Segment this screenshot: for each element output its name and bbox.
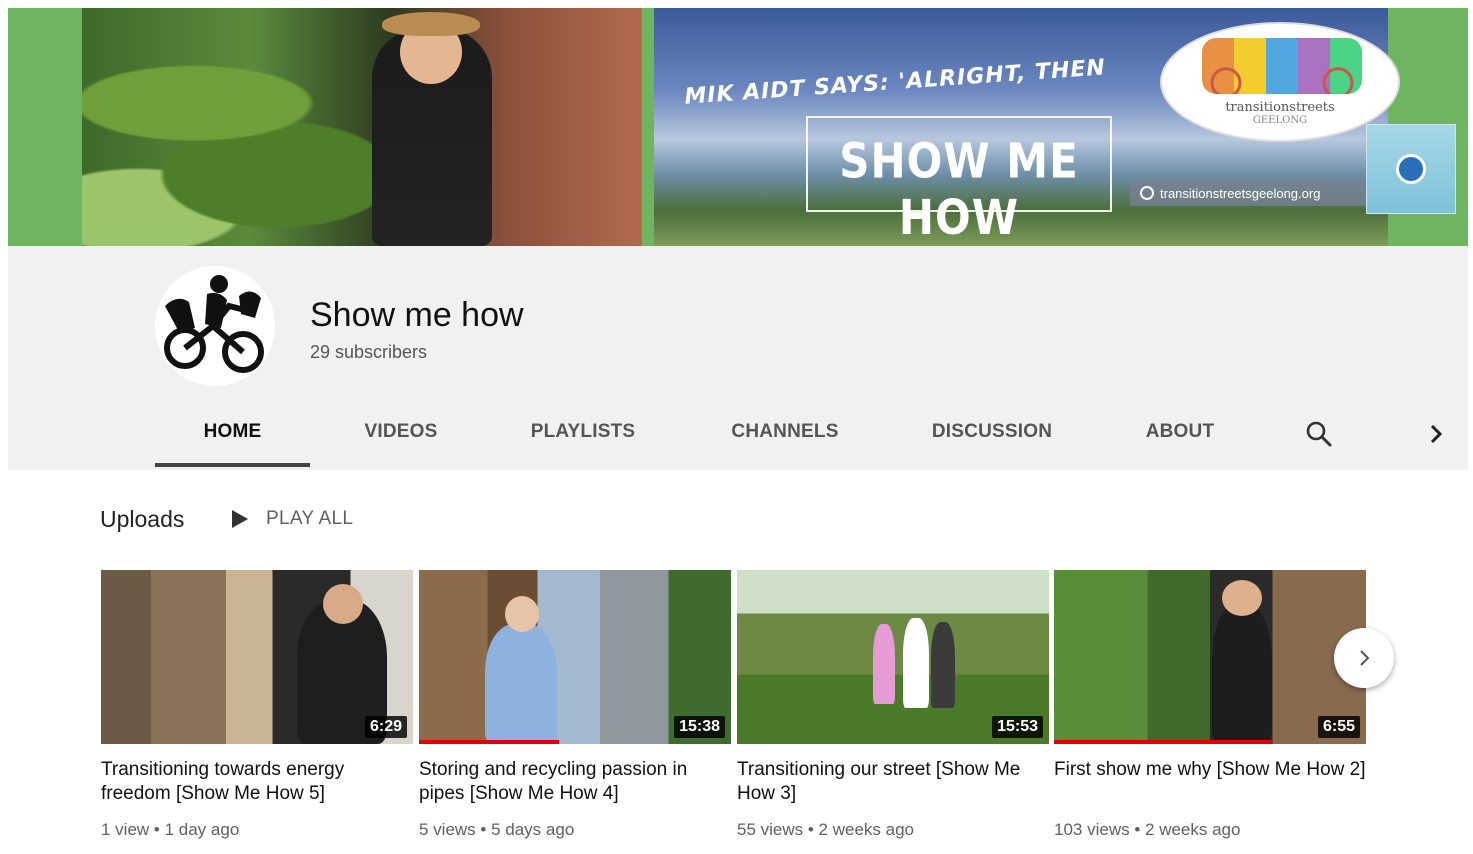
banner-website-link[interactable]: transitionstreetsgeelong.org bbox=[1130, 180, 1380, 206]
transition-streets-logo: transitionstreets GEELONG bbox=[1160, 22, 1400, 142]
video-views: 1 view bbox=[101, 820, 150, 839]
channel-name: Show me how bbox=[310, 296, 524, 334]
video-card[interactable]: 15:38 Storing and recycling passion in p… bbox=[419, 570, 731, 840]
chevron-right-icon[interactable] bbox=[1423, 420, 1449, 448]
active-tab-indicator bbox=[155, 463, 310, 467]
tandem-bike-riders-graphic bbox=[1202, 38, 1362, 94]
video-duration: 15:53 bbox=[992, 716, 1043, 738]
watch-progress-bar bbox=[1054, 740, 1273, 744]
video-meta: 55 views • 2 weeks ago bbox=[737, 820, 914, 839]
video-views: 103 views bbox=[1054, 820, 1130, 839]
logo-text: transitionstreets bbox=[1225, 99, 1335, 115]
video-duration: 6:29 bbox=[364, 716, 407, 738]
video-views: 5 views bbox=[419, 820, 476, 839]
tandem-bike-avatar-icon bbox=[155, 266, 275, 386]
carousel-next-button[interactable] bbox=[1334, 628, 1394, 688]
tab-playlists[interactable]: PLAYLISTS bbox=[513, 412, 653, 466]
video-meta: 103 views • 2 weeks ago bbox=[1054, 820, 1241, 839]
logo-subtext: GEELONG bbox=[1252, 115, 1308, 126]
banner-url-text: transitionstreetsgeelong.org bbox=[1160, 185, 1321, 201]
video-duration: 15:38 bbox=[674, 716, 725, 738]
tab-about[interactable]: ABOUT bbox=[1130, 412, 1230, 466]
globe-icon bbox=[1140, 186, 1154, 200]
tab-discussion[interactable]: DISCUSSION bbox=[917, 412, 1067, 466]
video-thumbnail[interactable]: 15:53 bbox=[737, 570, 1049, 744]
video-duration: 6:55 bbox=[1317, 716, 1360, 738]
play-all-button[interactable]: PLAY ALL bbox=[232, 508, 353, 530]
video-meta: 5 views • 5 days ago bbox=[419, 820, 575, 839]
video-card[interactable]: 6:29 Transitioning towards energy freedo… bbox=[101, 570, 413, 840]
banner-headline: SHOW ME HOW bbox=[839, 132, 1079, 246]
play-all-label: PLAY ALL bbox=[266, 508, 354, 529]
chevron-right-icon bbox=[1360, 650, 1370, 666]
tab-channels[interactable]: CHANNELS bbox=[715, 412, 855, 466]
video-title[interactable]: Transitioning our street [Show Me How 3] bbox=[737, 758, 1049, 806]
tab-videos[interactable]: VIDEOS bbox=[341, 412, 461, 466]
video-age: 2 weeks ago bbox=[818, 820, 914, 839]
video-card[interactable]: 6:55 First show me why [Show Me How 2] 1… bbox=[1054, 570, 1366, 840]
video-thumbnail[interactable]: 6:29 bbox=[101, 570, 413, 744]
banner-tagline: MIK AIDT SAYS: 'ALRIGHT, THEN bbox=[683, 55, 1107, 110]
channel-avatar[interactable] bbox=[155, 266, 275, 386]
banner-headline-box: SHOW ME HOW bbox=[806, 116, 1112, 245]
video-age: 5 days ago bbox=[491, 820, 575, 839]
video-meta: 1 view • 1 day ago bbox=[101, 820, 240, 839]
subscriber-count: 29 subscribers bbox=[310, 342, 428, 362]
search-icon[interactable] bbox=[1305, 420, 1333, 448]
channel-tabs: HOME VIDEOS PLAYLISTS CHANNELS DISCUSSIO… bbox=[155, 412, 1455, 468]
channel-header: Show me how 29 subscribers HOME VIDEOS P… bbox=[8, 246, 1468, 470]
video-title[interactable]: Storing and recycling passion in pipes [… bbox=[419, 758, 731, 806]
banner-photo-gardener bbox=[82, 8, 642, 246]
video-views: 55 views bbox=[737, 820, 804, 839]
uploads-heading[interactable]: Uploads bbox=[100, 506, 184, 533]
video-thumbnail[interactable]: 6:55 bbox=[1054, 570, 1366, 744]
video-age: 1 day ago bbox=[164, 820, 240, 839]
video-card[interactable]: 15:53 Transitioning our street [Show Me … bbox=[737, 570, 1049, 840]
play-icon bbox=[232, 510, 248, 528]
video-title[interactable]: First show me why [Show Me How 2] bbox=[1054, 758, 1366, 806]
channel-banner: MIK AIDT SAYS: 'ALRIGHT, THEN SHOW ME HO… bbox=[8, 8, 1468, 246]
banner-badge-icon bbox=[1366, 124, 1456, 214]
watch-progress-bar bbox=[419, 740, 560, 744]
video-age: 2 weeks ago bbox=[1145, 820, 1241, 839]
tab-home[interactable]: HOME bbox=[155, 412, 310, 466]
video-thumbnail[interactable]: 15:38 bbox=[419, 570, 731, 744]
video-title[interactable]: Transitioning towards energy freedom [Sh… bbox=[101, 758, 413, 806]
